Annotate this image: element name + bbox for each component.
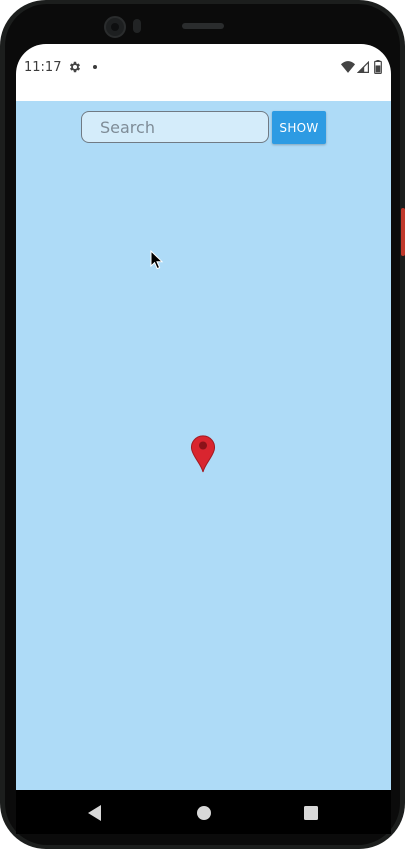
search-input[interactable] <box>81 111 269 143</box>
screen: 11:17 SHOW <box>16 44 391 834</box>
cell-signal-icon <box>357 61 369 73</box>
home-icon[interactable] <box>197 806 211 820</box>
map-view[interactable]: SHOW <box>16 101 391 790</box>
status-bar: 11:17 <box>16 44 391 101</box>
mouse-cursor-icon <box>150 250 164 270</box>
battery-icon <box>374 60 382 74</box>
recents-icon[interactable] <box>304 806 318 820</box>
map-pin-icon[interactable] <box>190 433 216 473</box>
phone-frame: 11:17 SHOW <box>0 0 405 849</box>
show-button[interactable]: SHOW <box>272 111 326 144</box>
system-nav-bar <box>16 790 391 834</box>
earpiece-speaker <box>182 23 224 29</box>
status-time: 11:17 <box>24 60 62 75</box>
wifi-icon <box>341 61 355 73</box>
back-icon[interactable] <box>88 805 102 821</box>
notification-dot-icon <box>93 65 97 69</box>
proximity-sensor <box>133 19 141 33</box>
gear-icon <box>69 61 81 73</box>
power-button <box>401 208 405 256</box>
front-camera <box>104 16 126 38</box>
